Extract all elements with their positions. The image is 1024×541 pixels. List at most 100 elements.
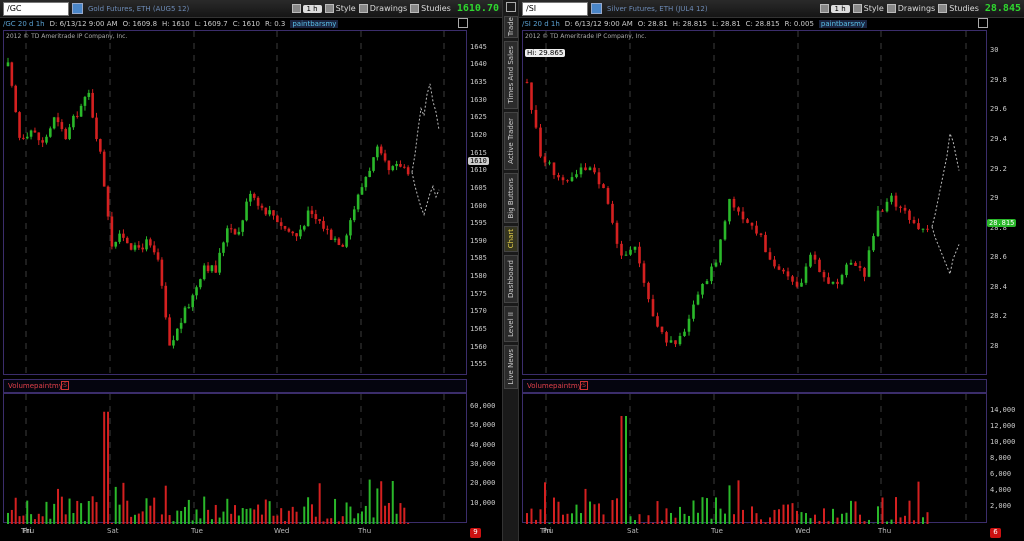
time-tick: Sat: [627, 527, 639, 535]
volume-bar: [737, 480, 740, 524]
volume-bar: [665, 508, 668, 524]
tab-active-trader[interactable]: Active Trader: [504, 112, 518, 170]
candle-body: [890, 195, 893, 202]
volume-bar: [87, 500, 90, 524]
price-tick: 1615: [470, 148, 487, 157]
chart-settings-icon[interactable]: [978, 18, 988, 28]
candle-body: [638, 246, 641, 264]
grid-icon: [291, 4, 301, 13]
candle-body: [615, 222, 619, 244]
price-pane[interactable]: [522, 30, 987, 376]
candle-body: [349, 220, 352, 236]
candle-body: [322, 220, 325, 229]
symbol-input[interactable]: /SI: [522, 1, 588, 16]
candle-body: [651, 299, 655, 317]
chart-settings-icon[interactable]: [458, 18, 468, 28]
tab-label: Times And Sales: [507, 46, 515, 104]
style-button[interactable]: Style: [852, 4, 884, 13]
volume-bar: [176, 510, 179, 524]
volume-bar: [172, 521, 175, 524]
candle-body: [387, 160, 391, 171]
candle-body: [118, 233, 121, 242]
study-settings-icon[interactable]: S: [61, 381, 69, 390]
price-tick: 29.2: [990, 164, 1007, 173]
tab-level-ii[interactable]: Level II: [504, 306, 518, 342]
collapse-icon[interactable]: [506, 2, 516, 12]
volume-bar: [827, 521, 830, 524]
volume-bar: [91, 496, 94, 524]
tab-dashboard[interactable]: Dashboard: [504, 255, 518, 303]
volume-bar: [307, 497, 310, 524]
study-label[interactable]: paintbarsmy: [290, 20, 339, 28]
alert-badge[interactable]: 9: [470, 528, 481, 538]
tab-chart[interactable]: Chart: [504, 226, 518, 252]
candle-body: [218, 252, 221, 273]
candle-body: [252, 193, 256, 198]
period-button[interactable]: 1 h: [819, 4, 850, 13]
volume-bar: [203, 496, 206, 524]
volume-pane[interactable]: [3, 393, 467, 524]
volume-bar: [160, 514, 163, 524]
volume-tick: 60,000: [470, 401, 496, 410]
tab-label: Live News: [507, 349, 515, 385]
candle-body: [800, 282, 803, 287]
volume-bar: [264, 499, 267, 524]
volume-bar: [341, 516, 344, 524]
volume-bar: [755, 513, 758, 524]
studies-button[interactable]: Studies: [410, 4, 451, 13]
candle-body: [276, 215, 279, 223]
candle-body: [33, 130, 37, 133]
candle-body: [333, 238, 337, 240]
alert-badge[interactable]: 6: [990, 528, 1001, 538]
candle-body: [295, 233, 298, 237]
volume-bar: [303, 506, 306, 524]
symbol-link-icon[interactable]: [591, 3, 602, 14]
drawings-button[interactable]: Drawings: [358, 4, 407, 13]
style-button[interactable]: Style: [324, 4, 356, 13]
candle-body: [539, 127, 542, 157]
drawings-button[interactable]: Drawings: [886, 4, 935, 13]
candle-body: [656, 316, 659, 327]
volume-bar: [760, 519, 762, 524]
study-label[interactable]: paintbarsmy: [818, 20, 867, 28]
tab-label: Active Trader: [507, 118, 515, 164]
symbol-input[interactable]: /GC: [3, 1, 69, 16]
candle-body: [302, 226, 306, 230]
tab-live-news[interactable]: Live News: [504, 345, 518, 389]
candle-body: [102, 151, 106, 187]
tab-big-buttons[interactable]: Big Buttons: [504, 173, 518, 223]
candle-body: [845, 264, 848, 276]
symbol-link-icon[interactable]: [72, 3, 83, 14]
volume-bar: [535, 519, 537, 524]
candle-body: [674, 340, 677, 345]
volume-bar: [349, 506, 352, 524]
price-tick: 29.8: [990, 75, 1007, 84]
volume-pane[interactable]: [522, 393, 987, 524]
volume-bar: [72, 513, 75, 524]
bar-close: C: 28.815: [745, 20, 780, 28]
candle-body: [41, 140, 44, 143]
volume-study-title[interactable]: Volumepaintmy: [8, 382, 63, 390]
period-button[interactable]: 1 h: [291, 4, 322, 13]
volume-bar: [83, 521, 86, 524]
studies-button[interactable]: Studies: [938, 4, 979, 13]
candle-body: [827, 277, 830, 284]
candle-body: [809, 254, 812, 267]
candle-body: [795, 281, 799, 287]
projection-lower: [411, 172, 440, 217]
candle-body: [168, 317, 171, 346]
study-settings-icon[interactable]: S: [580, 381, 588, 390]
pencil-icon: [358, 4, 368, 13]
candle-body: [272, 210, 275, 216]
candle-body: [291, 231, 295, 234]
volume-bar: [818, 520, 821, 524]
tab-times-and-sales[interactable]: Times And Sales: [504, 41, 518, 109]
tab-trade[interactable]: Trade: [504, 16, 518, 38]
volume-study-title[interactable]: Volumepaintmy: [527, 382, 582, 390]
volume-bar: [164, 485, 167, 524]
volume-bar: [64, 514, 67, 524]
style-icon: [324, 4, 334, 13]
volume-bar: [611, 500, 614, 524]
candle-body: [191, 295, 194, 308]
price-pane[interactable]: [3, 30, 467, 376]
